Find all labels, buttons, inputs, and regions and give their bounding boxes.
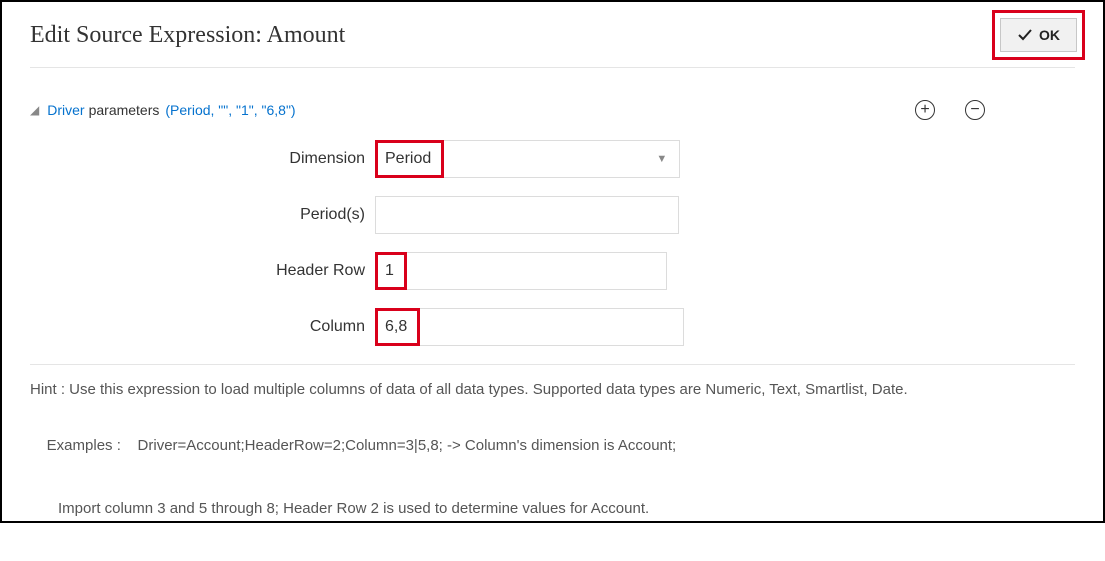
minus-icon[interactable]: − <box>965 100 985 120</box>
dimension-select[interactable]: ▼ <box>444 140 680 178</box>
check-icon <box>1017 27 1033 43</box>
dialog-header: Edit Source Expression: Amount OK <box>2 2 1103 67</box>
periods-label: Period(s) <box>30 206 375 224</box>
parameters-summary-link[interactable]: (Period, "", "1", "6,8") <box>165 102 295 118</box>
header-row-label: Header Row <box>30 262 375 280</box>
driver-link[interactable]: Driver <box>47 102 84 118</box>
header-row-input[interactable] <box>407 252 667 290</box>
ok-button-highlight: OK <box>992 10 1085 60</box>
add-remove-controls: + − <box>915 100 985 120</box>
examples-text: Examples : Driver=Account;HeaderRow=2;Co… <box>2 414 1103 561</box>
header-row-value: 1 <box>381 262 398 280</box>
header-row-row: Header Row 1 <box>30 252 1075 290</box>
column-input[interactable] <box>420 308 684 346</box>
dimension-row: Dimension Period ▼ <box>30 140 1075 178</box>
column-row: Column 6,8 <box>30 308 1075 346</box>
plus-icon[interactable]: + <box>915 100 935 120</box>
chevron-down-icon: ▼ <box>656 153 667 165</box>
driver-parameters-row: ◢ Driver parameters (Period, "", "1", "6… <box>30 102 1075 118</box>
parameters-label: parameters <box>89 102 160 118</box>
hint-text: Hint : Use this expression to load multi… <box>2 379 1103 400</box>
header-row-value-highlight: 1 <box>375 252 407 290</box>
column-value: 6,8 <box>381 318 411 336</box>
column-value-highlight: 6,8 <box>375 308 420 346</box>
parameters-form: Dimension Period ▼ Period(s) Header Row <box>30 140 1075 346</box>
footer-divider <box>30 364 1075 365</box>
dimension-value-highlight: Period <box>375 140 444 178</box>
periods-input[interactable] <box>375 196 679 234</box>
header-divider <box>30 67 1075 68</box>
ok-button[interactable]: OK <box>1000 18 1077 52</box>
examples-line-1: Examples : Driver=Account;HeaderRow=2;Co… <box>47 437 677 454</box>
examples-line-2: Import column 3 and 5 through 8; Header … <box>30 498 1075 519</box>
column-label: Column <box>30 318 375 336</box>
periods-row: Period(s) <box>30 196 1075 234</box>
dimension-value: Period <box>381 150 435 168</box>
dimension-label: Dimension <box>30 150 375 168</box>
collapse-triangle-icon[interactable]: ◢ <box>30 103 39 117</box>
edit-source-expression-dialog: Edit Source Expression: Amount OK ◢ Driv… <box>0 0 1105 523</box>
dialog-title: Edit Source Expression: Amount <box>30 22 345 49</box>
ok-button-label: OK <box>1039 27 1060 43</box>
